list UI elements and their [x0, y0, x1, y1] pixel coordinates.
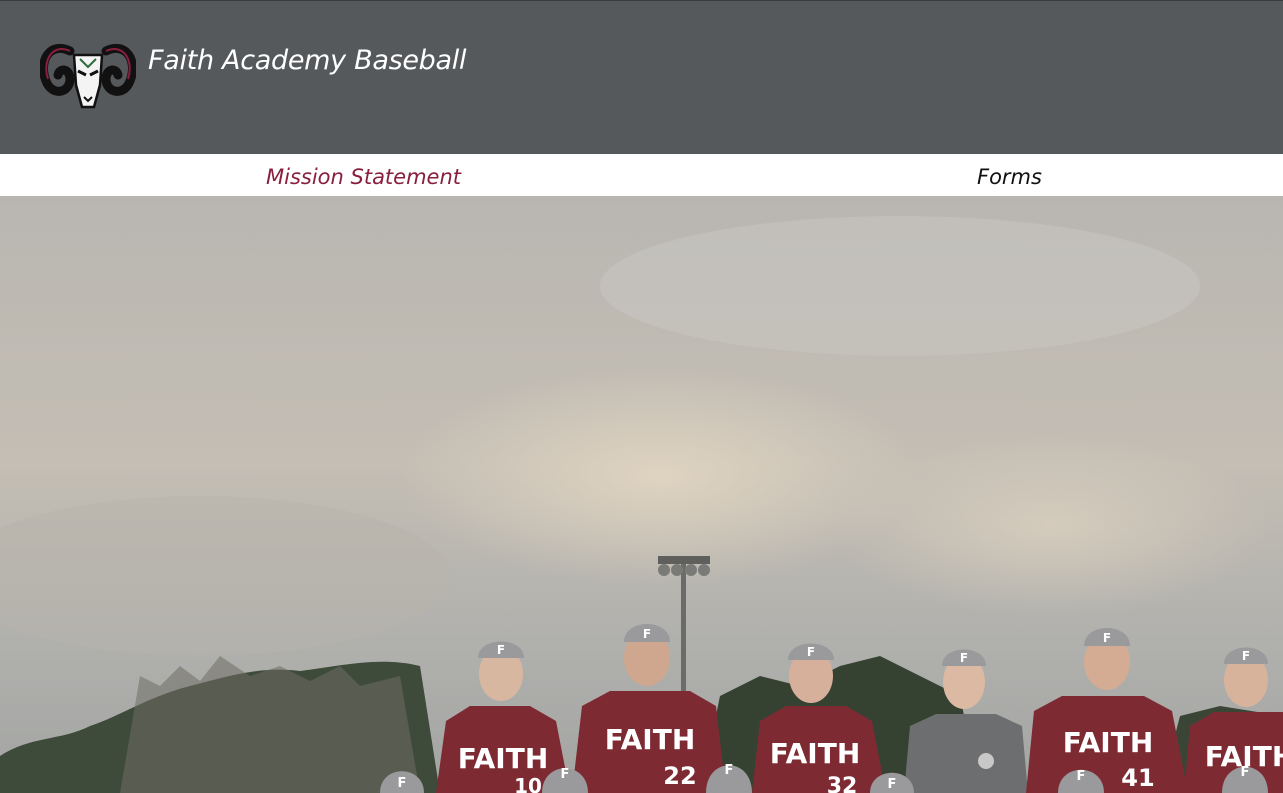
svg-text:F: F: [643, 627, 651, 641]
svg-text:F: F: [807, 645, 815, 659]
svg-text:F: F: [1241, 765, 1250, 780]
svg-text:FAITH: FAITH: [1063, 726, 1154, 759]
svg-text:F: F: [1242, 649, 1250, 663]
svg-text:F: F: [497, 643, 505, 657]
svg-text:FAITH: FAITH: [770, 737, 861, 770]
svg-text:F: F: [398, 776, 407, 791]
nav-mission-statement[interactable]: Mission Statement: [266, 165, 461, 189]
svg-text:41: 41: [1121, 764, 1154, 792]
svg-text:F: F: [561, 767, 570, 782]
svg-text:F: F: [1103, 631, 1111, 645]
svg-text:FAITH: FAITH: [458, 742, 549, 775]
svg-text:FAITH: FAITH: [605, 723, 696, 756]
svg-text:10: 10: [514, 774, 542, 793]
svg-text:F: F: [725, 763, 734, 778]
ram-head-icon[interactable]: [39, 41, 137, 115]
main-nav: Mission Statement Forms: [0, 154, 1283, 196]
site-header: Faith Academy Baseball: [0, 0, 1283, 154]
svg-text:F: F: [960, 651, 968, 665]
svg-text:22: 22: [663, 762, 696, 790]
svg-text:F: F: [1077, 769, 1086, 784]
site-title[interactable]: Faith Academy Baseball: [148, 45, 466, 76]
svg-text:F: F: [888, 777, 897, 792]
svg-text:32: 32: [827, 774, 858, 793]
nav-forms[interactable]: Forms: [977, 165, 1042, 189]
team-photo: F FAITH 10 F FAITH 22 F FAITH 32 F F FAI…: [0, 196, 1283, 793]
